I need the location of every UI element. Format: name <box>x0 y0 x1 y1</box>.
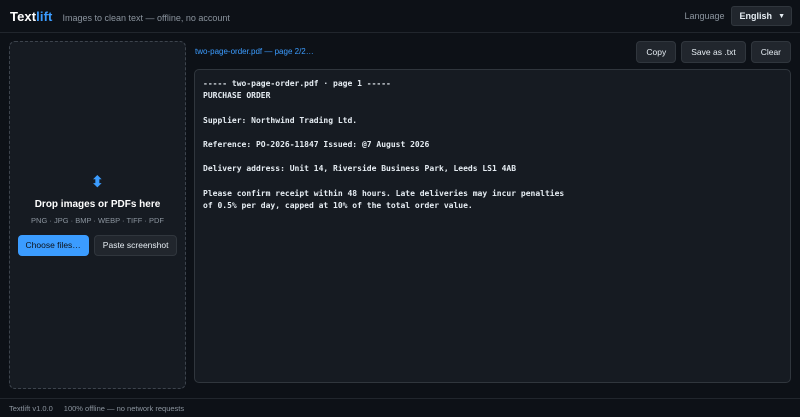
upload-arrows-icon: ⬍ <box>90 173 105 191</box>
drop-title: Drop images or PDFs here <box>34 198 161 210</box>
app-header: Textlift Images to clean text — offline,… <box>0 0 800 33</box>
output-text-area[interactable]: ----- two-page-order.pdf · page 1 ----- … <box>194 69 791 383</box>
logo-main: Text <box>10 8 37 24</box>
status-bar: Textlift v1.0.0 100% offline — no networ… <box>0 398 800 417</box>
logo-accent: lift <box>36 8 53 24</box>
offline-status: 100% offline — no network requests <box>63 403 185 413</box>
supported-formats: PNG · JPG · BMP · WEBP · TIFF · PDF <box>31 215 164 225</box>
language-value: English <box>739 11 773 21</box>
drop-buttons: Choose files… Paste screenshot <box>17 234 178 256</box>
clear-button[interactable]: Clear <box>750 41 791 63</box>
app-logo: Textlift <box>10 9 52 24</box>
language-select[interactable]: English ▼ <box>730 6 792 26</box>
file-progress-label: two-page-order.pdf — page 2/2… <box>195 47 314 56</box>
copy-button[interactable]: Copy <box>636 41 677 63</box>
save-txt-button[interactable]: Save as .txt <box>681 41 746 63</box>
language-picker: Language English ▼ <box>684 6 792 26</box>
drop-zone[interactable]: ⬍ Drop images or PDFs here PNG · JPG · B… <box>9 41 186 389</box>
paste-screenshot-button[interactable]: Paste screenshot <box>93 234 178 256</box>
version-label: Textlift v1.0.0 <box>9 403 53 413</box>
tagline: Images to clean text — offline, no accou… <box>62 12 230 23</box>
chevron-down-icon: ▼ <box>778 12 785 20</box>
choose-files-button[interactable]: Choose files… <box>17 234 89 256</box>
brand: Textlift Images to clean text — offline,… <box>10 9 230 24</box>
language-label: Language <box>684 11 725 21</box>
editor-toolbar: Copy Save as .txt Clear <box>636 41 791 63</box>
